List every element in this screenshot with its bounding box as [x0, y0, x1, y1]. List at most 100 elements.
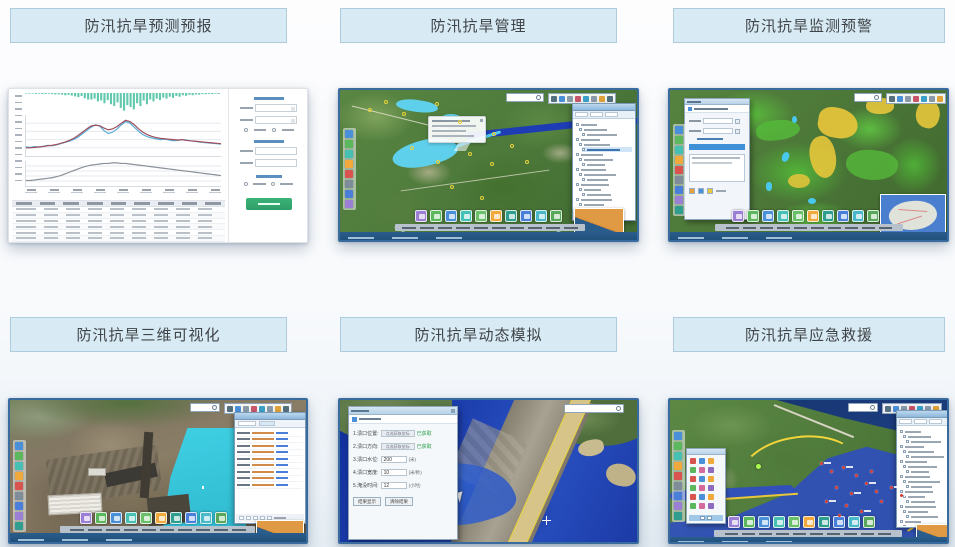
- title-management[interactable]: 防汛抗旱管理: [340, 8, 617, 43]
- layer-panel-titlebar[interactable]: [573, 104, 635, 111]
- toolbar-icon[interactable]: [885, 406, 891, 412]
- tool-icon[interactable]: [675, 126, 683, 134]
- tool-icon[interactable]: [345, 180, 353, 188]
- layer-checkbox[interactable]: [582, 148, 585, 151]
- record-detail-link[interactable]: [276, 432, 288, 434]
- tool-icon[interactable]: [674, 502, 682, 510]
- layer-checkbox[interactable]: [906, 470, 909, 473]
- close-icon[interactable]: [480, 119, 483, 122]
- toolbar-icon[interactable]: [583, 96, 589, 102]
- app-launcher-icon[interactable]: [490, 210, 502, 222]
- app-launcher-icon[interactable]: [550, 210, 562, 222]
- record-detail-link[interactable]: [276, 484, 288, 486]
- tool-icon[interactable]: [15, 482, 23, 490]
- layer-checkbox[interactable]: [900, 505, 903, 508]
- app-launcher-icon[interactable]: [445, 210, 457, 222]
- layer-checkbox[interactable]: [903, 510, 906, 513]
- tool-icon[interactable]: [675, 206, 683, 214]
- page-button[interactable]: [239, 516, 244, 520]
- field-input[interactable]: [255, 159, 297, 167]
- screenshot-management-map[interactable]: [338, 88, 639, 242]
- layer-checkbox[interactable]: [900, 520, 903, 523]
- layer-checkbox[interactable]: [900, 445, 903, 448]
- close-icon[interactable]: [451, 409, 455, 413]
- mini-action-button[interactable]: [689, 188, 695, 194]
- list-panel-titlebar[interactable]: [235, 413, 305, 420]
- tool-icon[interactable]: [15, 492, 23, 500]
- app-launcher-icon[interactable]: [140, 512, 152, 524]
- layer-checkbox[interactable]: [903, 465, 906, 468]
- toolbar-icon[interactable]: [551, 96, 557, 102]
- title-monitoring[interactable]: 防汛抗旱监测预警: [673, 8, 945, 43]
- tool-icon[interactable]: [15, 512, 23, 520]
- layer-tab[interactable]: [575, 112, 588, 117]
- layer-checkbox[interactable]: [576, 123, 579, 126]
- map-search-input[interactable]: [190, 403, 220, 412]
- list-tab[interactable]: [238, 421, 256, 426]
- app-launcher-icon[interactable]: [777, 210, 789, 222]
- app-launcher-icon[interactable]: [475, 210, 487, 222]
- search-icon[interactable]: [616, 406, 621, 411]
- app-launcher-icon[interactable]: [848, 516, 860, 528]
- app-launcher-icon[interactable]: [792, 210, 804, 222]
- tool-icon[interactable]: [674, 482, 682, 490]
- sim-field-input[interactable]: 10: [381, 469, 407, 476]
- toolbar-icon[interactable]: [937, 96, 943, 102]
- layer-checkbox[interactable]: [900, 430, 903, 433]
- record-row[interactable]: [237, 482, 303, 489]
- palette-symbol-icon[interactable]: [699, 494, 705, 500]
- tool-icon[interactable]: [345, 140, 353, 148]
- app-launcher-icon[interactable]: [818, 516, 830, 528]
- palette-symbol-icon[interactable]: [708, 467, 714, 473]
- app-launcher-icon[interactable]: [762, 210, 774, 222]
- toolbar-icon[interactable]: [897, 96, 903, 102]
- palette-symbol-icon[interactable]: [708, 458, 714, 464]
- calendar-icon[interactable]: [735, 119, 740, 124]
- palette-symbol-icon[interactable]: [690, 503, 696, 509]
- app-launcher-icon[interactable]: [833, 516, 845, 528]
- search-icon[interactable]: [874, 95, 879, 100]
- layer-checkbox[interactable]: [576, 153, 579, 156]
- field-input[interactable]: [255, 147, 297, 155]
- layer-checkbox[interactable]: [576, 168, 579, 171]
- date-input[interactable]: [703, 118, 733, 124]
- layer-checkbox[interactable]: [903, 450, 906, 453]
- sim-action-link[interactable]: 已获取: [417, 430, 432, 437]
- layer-checkbox[interactable]: [579, 143, 582, 146]
- layer-checkbox[interactable]: [900, 490, 903, 493]
- layer-checkbox[interactable]: [576, 198, 579, 201]
- tool-icon[interactable]: [675, 166, 683, 174]
- calendar-icon[interactable]: [735, 129, 740, 134]
- title-rescue[interactable]: 防汛抗旱应急救援: [673, 317, 945, 352]
- map-search-input[interactable]: [854, 93, 882, 102]
- app-launcher-icon[interactable]: [728, 516, 740, 528]
- palette-symbol-icon[interactable]: [690, 485, 696, 491]
- toolbar-icon[interactable]: [591, 96, 597, 102]
- record-detail-link[interactable]: [276, 464, 288, 466]
- palette-symbol-icon[interactable]: [699, 476, 705, 482]
- layer-checkbox[interactable]: [906, 485, 909, 488]
- app-launcher-icon[interactable]: [747, 210, 759, 222]
- toolbar-icon[interactable]: [575, 96, 581, 102]
- toolbar-icon[interactable]: [905, 96, 911, 102]
- tool-icon[interactable]: [675, 136, 683, 144]
- toolbar-icon[interactable]: [913, 96, 919, 102]
- tool-icon[interactable]: [675, 176, 683, 184]
- date-input[interactable]: [703, 128, 733, 134]
- app-launcher-icon[interactable]: [773, 516, 785, 528]
- app-launcher-icon[interactable]: [743, 516, 755, 528]
- list-tab[interactable]: [259, 421, 275, 426]
- screenshot-monitoring-map[interactable]: [668, 88, 949, 242]
- tool-icon[interactable]: [15, 522, 23, 530]
- app-launcher-icon[interactable]: [807, 210, 819, 222]
- palette-symbol-icon[interactable]: [690, 458, 696, 464]
- layer-checkbox[interactable]: [579, 173, 582, 176]
- tool-icon[interactable]: [345, 190, 353, 198]
- layer-panel-titlebar[interactable]: [897, 411, 947, 418]
- search-icon[interactable]: [536, 95, 541, 100]
- palette-symbol-icon[interactable]: [708, 503, 714, 509]
- radio-button[interactable]: [244, 182, 248, 186]
- tool-icon[interactable]: [675, 156, 683, 164]
- tool-icon[interactable]: [345, 160, 353, 168]
- toolbar-icon[interactable]: [267, 406, 273, 412]
